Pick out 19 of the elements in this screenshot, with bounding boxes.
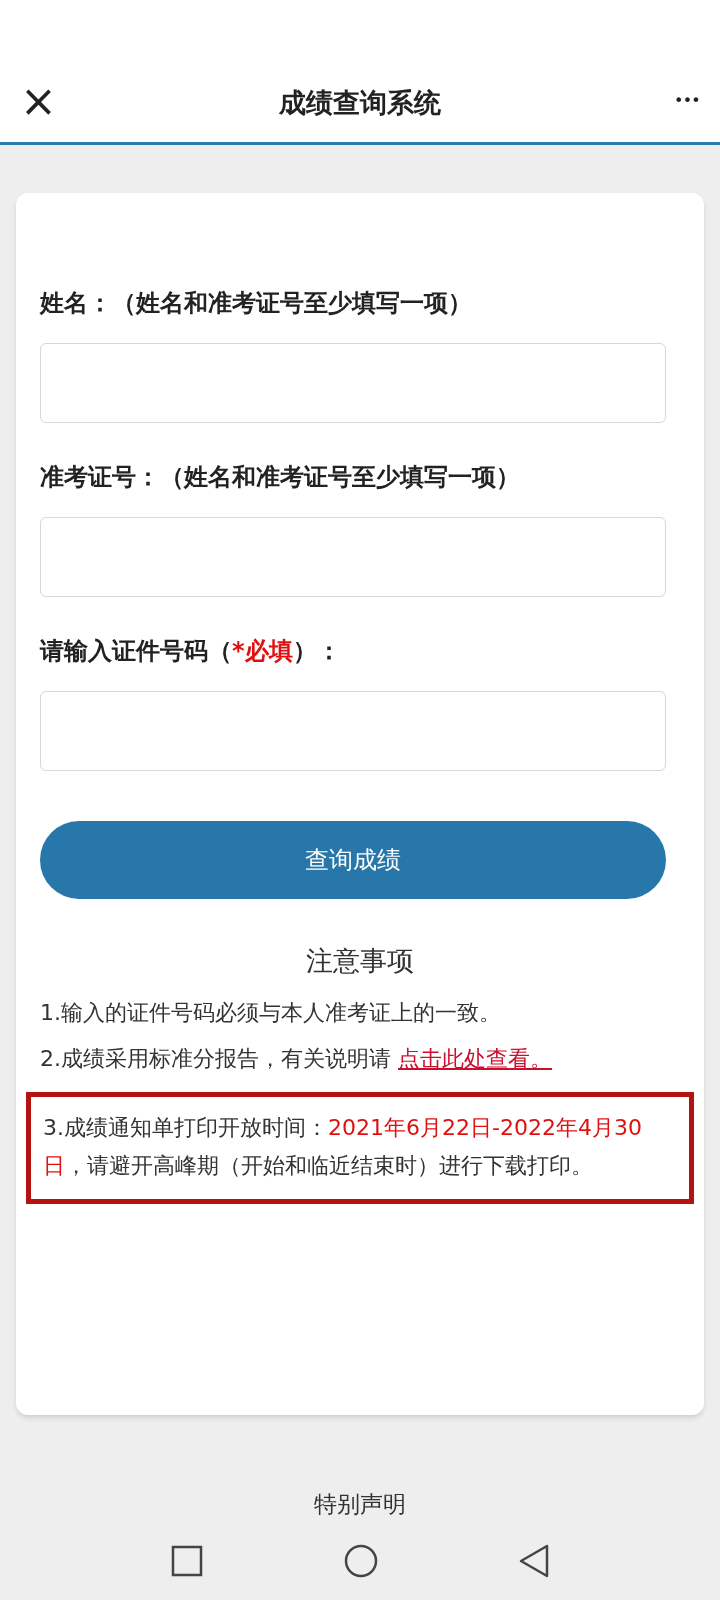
field-label: 准考证号：（姓名和准考证号至少填写一项） bbox=[40, 462, 521, 493]
details-link[interactable]: 点击此处查看。 bbox=[398, 1045, 552, 1071]
query-button[interactable]: 查询成绩 bbox=[40, 821, 666, 899]
notes-heading: 注意事项 bbox=[305, 944, 415, 978]
page-title: 成绩查询系统 bbox=[279, 86, 441, 120]
square-icon[interactable] bbox=[170, 1544, 203, 1577]
circle-icon[interactable] bbox=[344, 1543, 378, 1578]
note-text: 3.成绩通知单打印开放时间：2021年6月22日-2022年4月30日，请避开高峰期（开始和临近结束时）进行下载打印。 bbox=[43, 1113, 643, 1180]
input-field[interactable] bbox=[40, 343, 666, 423]
note-text: 2.成绩采用标准分报告，有关说明请 点击此处查看。 bbox=[40, 1044, 553, 1073]
more-button[interactable]: ••• bbox=[674, 89, 700, 113]
note-text: 1.输入的证件号码必须与本人准考证上的一致。 bbox=[40, 998, 502, 1027]
input-field[interactable] bbox=[40, 691, 666, 771]
triangle-icon[interactable] bbox=[519, 1543, 550, 1578]
input-field[interactable] bbox=[40, 517, 666, 597]
field-label: 请输入证件号码（*必填）： bbox=[40, 636, 342, 667]
field-label: 姓名：（姓名和准考证号至少填写一项） bbox=[40, 288, 473, 319]
close-button[interactable]: × bbox=[20, 79, 57, 123]
statement-link[interactable]: 特别声明 bbox=[314, 1487, 406, 1522]
